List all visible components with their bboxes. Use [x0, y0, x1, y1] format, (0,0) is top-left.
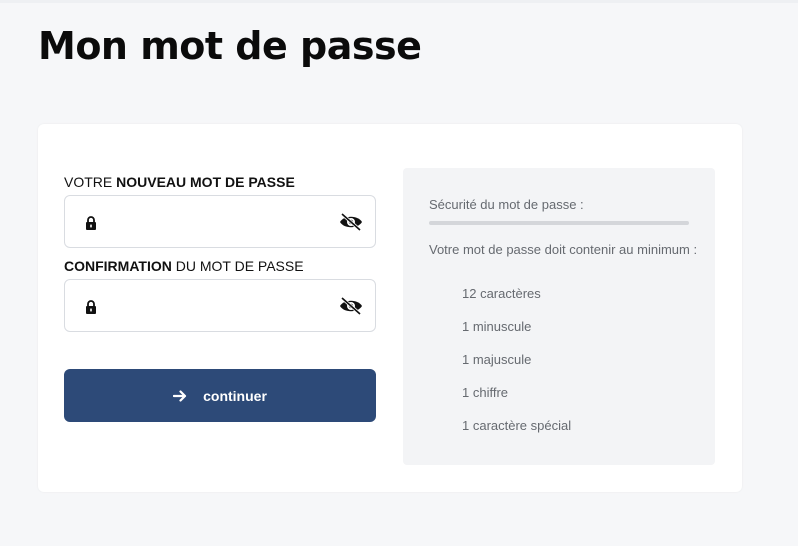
arrow-right-icon	[173, 389, 187, 402]
password-card: VOTRE NOUVEAU MOT DE PASSE CONFIRMATION …	[38, 124, 742, 492]
strength-label: Sécurité du mot de passe :	[429, 197, 584, 212]
confirm-password-input[interactable]	[109, 290, 329, 322]
rules-list: 12 caractères 1 minuscule 1 majuscule 1 …	[462, 285, 571, 450]
rule-item: 1 caractère spécial	[462, 418, 572, 433]
rule-item: 1 majuscule	[462, 352, 532, 367]
rule-item: 1 chiffre	[462, 385, 509, 400]
confirm-password-field[interactable]	[64, 279, 376, 332]
lock-icon	[86, 300, 96, 314]
strength-meter	[429, 221, 689, 225]
continue-button-label: continuer	[203, 387, 267, 404]
confirm-password-label: CONFIRMATION DU MOT DE PASSE	[64, 258, 304, 274]
continue-button[interactable]: continuer	[64, 369, 376, 422]
top-border	[0, 0, 798, 3]
rule-item: 1 minuscule	[462, 319, 532, 334]
eye-slash-icon[interactable]	[339, 296, 363, 316]
rules-intro: Votre mot de passe doit contenir au mini…	[429, 242, 698, 257]
confirm-password-label-suffix: DU MOT DE PASSE	[171, 258, 304, 274]
new-password-field[interactable]	[64, 195, 376, 248]
confirm-password-label-bold: CONFIRMATION	[64, 258, 172, 274]
new-password-label-prefix: VOTRE	[64, 174, 117, 190]
password-rules-panel: Sécurité du mot de passe : Votre mot de …	[403, 168, 715, 465]
new-password-label-bold: NOUVEAU MOT DE PASSE	[116, 174, 295, 190]
new-password-label: VOTRE NOUVEAU MOT DE PASSE	[64, 174, 295, 190]
page-title: Mon mot de passe	[38, 24, 422, 68]
lock-icon	[86, 216, 96, 230]
new-password-input[interactable]	[109, 206, 329, 238]
rule-item: 12 caractères	[462, 286, 541, 301]
eye-slash-icon[interactable]	[339, 212, 363, 232]
